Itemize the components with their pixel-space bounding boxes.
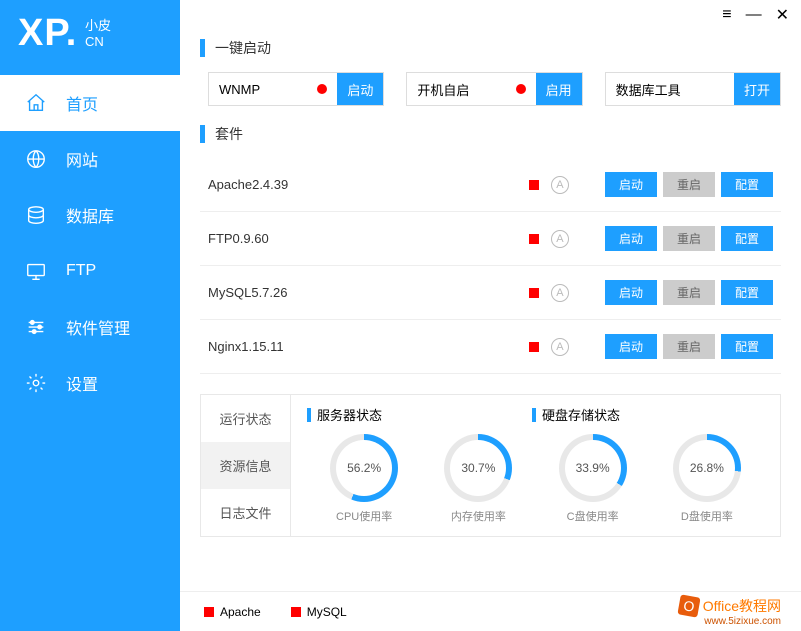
status-tabs: 运行状态 资源信息 日志文件 [201, 395, 291, 536]
status-square [529, 180, 539, 190]
status-square [529, 342, 539, 352]
sidebar: XP. 小皮CN 首页 网站 数据库 FTP [0, 0, 180, 631]
logo: XP. 小皮CN [0, 0, 180, 75]
nav-ftp[interactable]: FTP [0, 243, 180, 299]
suite-name: Nginx1.15.11 [208, 339, 529, 354]
open-button[interactable]: 打开 [734, 73, 780, 105]
config-button[interactable]: 配置 [721, 280, 773, 305]
logo-subtext: 小皮CN [85, 18, 111, 49]
badge-icon: A [551, 284, 569, 302]
restart-button[interactable]: 重启 [663, 334, 715, 359]
suite-ftp: FTP0.9.60 A 启动 重启 配置 [200, 212, 781, 266]
gauge-memory: 30.7% 内存使用率 [444, 434, 512, 524]
nav-website[interactable]: 网站 [0, 131, 180, 187]
accent-bar [200, 39, 205, 57]
nav-label: 网站 [66, 147, 98, 171]
config-button[interactable]: 配置 [721, 172, 773, 197]
suite-name: MySQL5.7.26 [208, 285, 529, 300]
suite-mysql: MySQL5.7.26 A 启动 重启 配置 [200, 266, 781, 320]
footer: Apache MySQL OOffice教程网 www.5izixue.com [180, 591, 801, 631]
gauge-d-drive: 26.8% D盘使用率 [673, 434, 741, 524]
monitor-icon [24, 259, 48, 283]
start-button[interactable]: 启动 [605, 172, 657, 197]
disk-status-header: 硬盘存储状态 [532, 405, 620, 424]
quick-label: 开机自启 [407, 80, 515, 99]
database-icon [24, 203, 48, 227]
nav-database[interactable]: 数据库 [0, 187, 180, 243]
start-button[interactable]: 启动 [605, 334, 657, 359]
suite-apache: Apache2.4.39 A 启动 重启 配置 [200, 158, 781, 212]
legend-square [204, 607, 214, 617]
status-dot [317, 84, 327, 94]
tab-runtime[interactable]: 运行状态 [201, 395, 290, 442]
legend-apache: Apache [204, 605, 261, 619]
status-dot [516, 84, 526, 94]
gauge-cpu: 56.2% CPU使用率 [330, 434, 398, 524]
config-button[interactable]: 配置 [721, 226, 773, 251]
badge-icon: A [551, 338, 569, 356]
watermark: OOffice教程网 www.5izixue.com [679, 596, 781, 627]
badge-icon: A [551, 230, 569, 248]
suite-name: Apache2.4.39 [208, 177, 529, 192]
start-button[interactable]: 启动 [605, 226, 657, 251]
quick-dbtool: 数据库工具 打开 [605, 72, 781, 106]
close-button[interactable]: ✕ [776, 5, 789, 25]
nav-software[interactable]: 软件管理 [0, 299, 180, 355]
logo-text: XP. [18, 12, 77, 54]
suite-nginx: Nginx1.15.11 A 启动 重启 配置 [200, 320, 781, 374]
titlebar: ≡ — ✕ [180, 0, 801, 30]
restart-button[interactable]: 重启 [663, 226, 715, 251]
nav-settings[interactable]: 设置 [0, 355, 180, 411]
main-panel: ≡ — ✕ 一键启动 WNMP 启动 开机自启 启用 [180, 0, 801, 631]
accent-bar [200, 125, 205, 143]
suite-header: 套件 [200, 124, 781, 144]
restart-button[interactable]: 重启 [663, 280, 715, 305]
config-button[interactable]: 配置 [721, 334, 773, 359]
status-body: 服务器状态 硬盘存储状态 56.2% CPU使用率 30.7% [291, 395, 780, 536]
quick-wnmp: WNMP 启动 [208, 72, 384, 106]
start-button[interactable]: 启动 [605, 280, 657, 305]
legend-square [291, 607, 301, 617]
gauge-c-drive: 33.9% C盘使用率 [559, 434, 627, 524]
nav-label: 软件管理 [66, 315, 130, 339]
nav-label: 首页 [66, 91, 98, 115]
status-square [529, 234, 539, 244]
menu-icon[interactable]: ≡ [722, 6, 731, 24]
globe-icon [24, 147, 48, 171]
nav-label: 设置 [66, 371, 98, 395]
legend-mysql: MySQL [291, 605, 347, 619]
badge-icon: A [551, 176, 569, 194]
nav-label: 数据库 [66, 203, 114, 227]
nav-label: FTP [66, 262, 96, 280]
start-button[interactable]: 启动 [337, 73, 383, 105]
quick-label: WNMP [209, 82, 317, 97]
enable-button[interactable]: 启用 [536, 73, 582, 105]
minimize-button[interactable]: — [746, 6, 762, 24]
home-icon [24, 91, 48, 115]
server-status-header: 服务器状态 [307, 405, 382, 424]
tab-resource[interactable]: 资源信息 [201, 442, 290, 489]
nav-home[interactable]: 首页 [0, 75, 180, 131]
tab-logs[interactable]: 日志文件 [201, 489, 290, 536]
sliders-icon [24, 315, 48, 339]
restart-button[interactable]: 重启 [663, 172, 715, 197]
section-title: 一键启动 [215, 38, 271, 58]
status-panel: 运行状态 资源信息 日志文件 服务器状态 硬盘存储状态 [200, 394, 781, 537]
quickstart-row: WNMP 启动 开机自启 启用 数据库工具 打开 [208, 72, 781, 106]
suite-name: FTP0.9.60 [208, 231, 529, 246]
quick-autostart: 开机自启 启用 [406, 72, 582, 106]
gauges: 56.2% CPU使用率 30.7% 内存使用率 33.9% C盘使用率 2 [307, 434, 764, 524]
quickstart-header: 一键启动 [200, 38, 781, 58]
suite-list: Apache2.4.39 A 启动 重启 配置 FTP0.9.60 A 启动 重… [200, 158, 781, 374]
section-title: 套件 [215, 124, 243, 144]
quick-label: 数据库工具 [606, 80, 734, 99]
status-square [529, 288, 539, 298]
gear-icon [24, 371, 48, 395]
